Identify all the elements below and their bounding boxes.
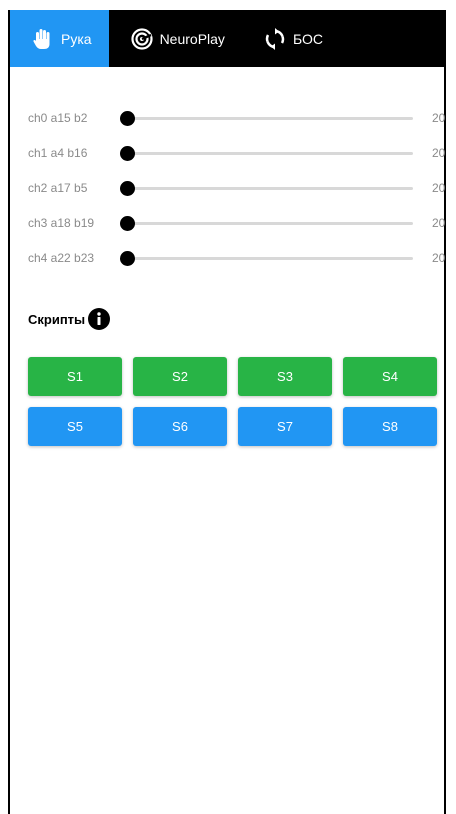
tab-neuroplay-label: NeuroPlay: [159, 30, 225, 47]
slider-thumb[interactable]: [120, 251, 135, 266]
script-button-s4[interactable]: S4: [343, 357, 437, 396]
sync-icon: [264, 27, 286, 50]
neuroplay-logo-icon: [130, 27, 153, 50]
slider-label: ch2 a17 b5: [28, 181, 88, 195]
script-button-s5[interactable]: S5: [28, 407, 122, 446]
slider-thumb[interactable]: [120, 146, 135, 161]
slider-value: 20: [432, 111, 446, 125]
slider-track[interactable]: [125, 117, 413, 120]
slider-thumb[interactable]: [120, 111, 135, 126]
slider-label: ch1 a4 b16: [28, 146, 88, 160]
slider-value: 20: [432, 251, 446, 265]
script-button-s3[interactable]: S3: [238, 357, 332, 396]
channel-sliders: ch0 a15 b2 20 ch1 a4 b16 20 ch2 a17 b5 2…: [10, 67, 446, 284]
script-button-s8[interactable]: S8: [343, 407, 437, 446]
slider-row: ch4 a22 b23 20: [10, 249, 446, 284]
scripts-header: Скрипты: [28, 308, 111, 330]
script-buttons: S1 S2 S3 S4 S5 S6 S7 S8: [28, 357, 437, 446]
tab-bar: Рука NeuroPlay БОС: [10, 10, 444, 67]
slider-value: 20: [432, 181, 446, 195]
hand-icon: [32, 28, 54, 50]
slider-row: ch2 a17 b5 20: [10, 179, 446, 214]
slider-track[interactable]: [125, 187, 413, 190]
script-button-s1[interactable]: S1: [28, 357, 122, 396]
slider-label: ch3 a18 b19: [28, 216, 95, 230]
scripts-title: Скрипты: [28, 311, 86, 327]
slider-row: ch1 a4 b16 20: [10, 144, 446, 179]
tab-neuroplay[interactable]: NeuroPlay: [109, 10, 242, 67]
tab-hand[interactable]: Рука: [10, 10, 109, 67]
slider-row: ch3 a18 b19 20: [10, 214, 446, 249]
slider-track[interactable]: [125, 152, 413, 155]
script-button-s6[interactable]: S6: [133, 407, 227, 446]
tab-hand-label: Рука: [61, 30, 92, 47]
slider-value: 20: [432, 146, 446, 160]
slider-row: ch0 a15 b2 20: [10, 109, 446, 144]
slider-label: ch4 a22 b23: [28, 251, 95, 265]
app-frame: Рука NeuroPlay БОС ch0 a15 b2 20 ch1 a4 …: [8, 10, 446, 814]
tab-bos[interactable]: БОС: [242, 10, 340, 67]
script-button-s2[interactable]: S2: [133, 357, 227, 396]
slider-track[interactable]: [125, 222, 413, 225]
slider-thumb[interactable]: [120, 216, 135, 231]
info-icon[interactable]: [88, 308, 111, 330]
script-button-s7[interactable]: S7: [238, 407, 332, 446]
slider-value: 20: [432, 216, 446, 230]
slider-thumb[interactable]: [120, 181, 135, 196]
slider-track[interactable]: [125, 257, 413, 260]
slider-label: ch0 a15 b2: [28, 111, 88, 125]
tab-bos-label: БОС: [292, 30, 323, 47]
